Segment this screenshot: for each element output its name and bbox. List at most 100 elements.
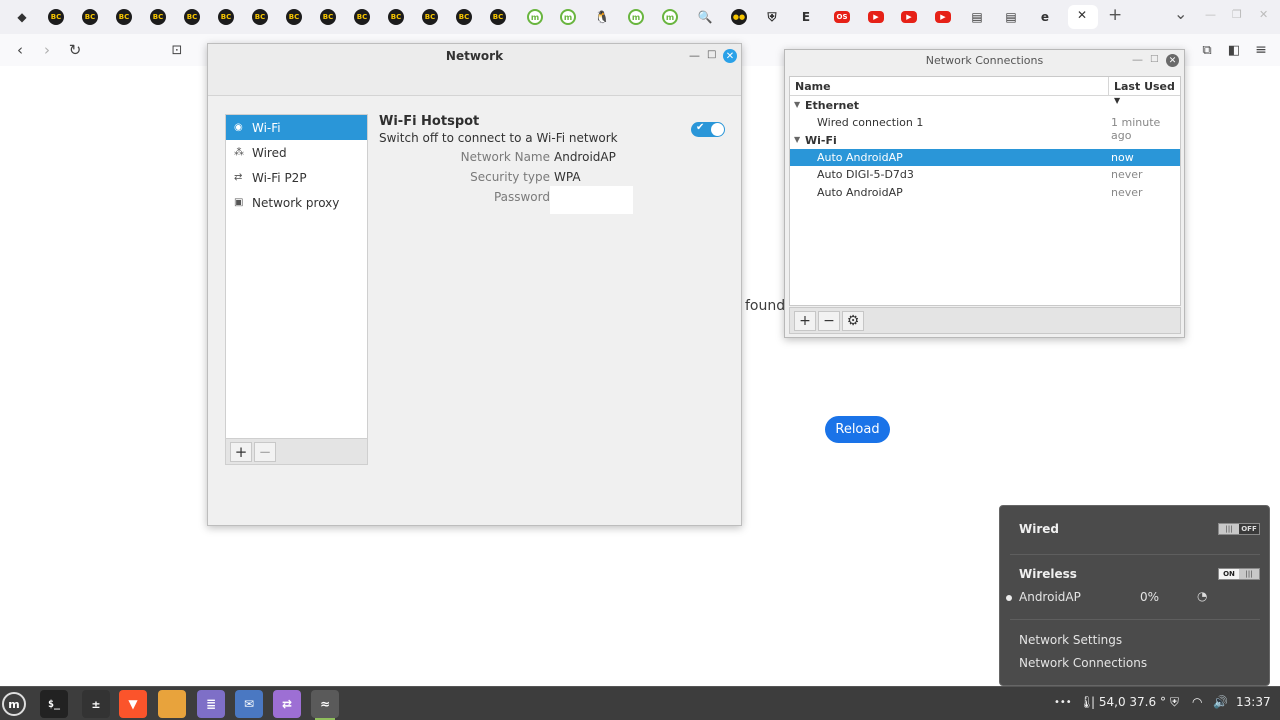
network-settings-item[interactable]: Network Settings xyxy=(1019,633,1122,647)
browser-tab[interactable]: m xyxy=(623,5,649,29)
extensions-icon[interactable]: ⧉ xyxy=(1196,40,1218,60)
add-connection-button[interactable]: + xyxy=(794,310,816,331)
connection-row[interactable]: Auto DIGI-5-D7d3 never xyxy=(790,166,1180,183)
browser-tab[interactable]: 🔍 xyxy=(692,5,718,29)
mail-icon[interactable]: ✉ xyxy=(235,690,263,718)
temperature-value: 54,0 xyxy=(1098,695,1126,709)
network-connections-item[interactable]: Network Connections xyxy=(1019,656,1147,670)
browser-tab[interactable]: BC xyxy=(111,5,137,29)
bitcoin-icon: BC xyxy=(184,9,200,25)
sidebar-item-wi-fi-p2p[interactable]: ⇄ Wi-Fi P2P xyxy=(226,165,367,190)
connection-row[interactable]: Auto AndroidAP now xyxy=(790,148,1180,166)
browser-tab[interactable]: BC xyxy=(213,5,239,29)
sidebar-icon[interactable]: ◧ xyxy=(1223,40,1245,60)
browser-tab[interactable]: E xyxy=(793,5,819,29)
reload-button[interactable]: Reload xyxy=(825,416,890,443)
browser-tab[interactable]: 🐧 xyxy=(589,5,615,29)
browser-tab[interactable]: BC xyxy=(315,5,341,29)
password-field[interactable] xyxy=(550,186,633,214)
sidebar-item-wi-fi[interactable]: ◉ Wi-Fi xyxy=(226,115,367,140)
transfer-icon[interactable]: ⇄ xyxy=(273,690,301,718)
terminal-icon[interactable]: $_ xyxy=(40,690,68,718)
browser-tab[interactable]: BC xyxy=(451,5,477,29)
text-editor-icon[interactable]: ≣ xyxy=(197,690,225,718)
connection-name: Wired connection 1 xyxy=(817,116,924,130)
clock[interactable]: 13:37 xyxy=(1236,695,1271,709)
vault-icon: ◆ xyxy=(17,10,27,24)
browser-tab[interactable]: ◆ xyxy=(9,5,35,29)
close-icon[interactable]: ✕ xyxy=(723,49,737,63)
browser-tab[interactable]: ▶ xyxy=(896,5,922,29)
network-manager-icon[interactable]: ≈ xyxy=(311,690,339,720)
browser-tab[interactable]: BC xyxy=(349,5,375,29)
add-connection-button[interactable]: + xyxy=(230,441,252,462)
browser-tab[interactable]: ▶ xyxy=(930,5,956,29)
browser-tab[interactable]: BC xyxy=(43,5,69,29)
browser-tab[interactable]: BC xyxy=(179,5,205,29)
reload-icon[interactable]: ↻ xyxy=(64,40,86,60)
hotspot-toggle[interactable]: ✔ xyxy=(691,122,725,137)
menu-icon[interactable]: m xyxy=(2,692,26,716)
browser-tab[interactable]: BC xyxy=(247,5,273,29)
browser-tab[interactable]: BC xyxy=(281,5,307,29)
browser-tab[interactable]: m xyxy=(522,5,548,29)
column-name-header[interactable]: Name xyxy=(795,80,831,93)
sidebar-item-wired[interactable]: ⁂ Wired xyxy=(226,140,367,165)
close-tab-icon[interactable]: ✕ xyxy=(1077,8,1087,22)
expand-arrow-icon[interactable]: ▼ xyxy=(794,100,800,109)
browser-tab[interactable]: e xyxy=(1032,5,1058,29)
browser-tab[interactable]: BC xyxy=(383,5,409,29)
connection-group[interactable]: ▼ Wi-Fi xyxy=(790,132,1180,149)
column-last-used-header[interactable]: Last Used ▼ xyxy=(1108,77,1182,105)
bookmark-icon[interactable]: ⊡ xyxy=(166,40,188,60)
close-icon[interactable]: ✕ xyxy=(1166,54,1179,67)
tray-overflow-dots[interactable]: ••• xyxy=(1054,697,1072,708)
connection-row[interactable]: Wired connection 11 minute ago xyxy=(790,114,1180,142)
minimize-icon[interactable]: — xyxy=(1132,53,1143,66)
window-minimize-icon[interactable]: — xyxy=(1205,8,1216,21)
remove-connection-button[interactable]: − xyxy=(254,441,276,462)
connection-name: Auto AndroidAP xyxy=(817,150,903,164)
wifi-icon[interactable]: ◠ xyxy=(1192,695,1202,709)
browser-tab[interactable]: ●● xyxy=(726,5,752,29)
expand-arrow-icon[interactable]: ▼ xyxy=(794,135,800,144)
forward-icon[interactable]: › xyxy=(36,40,58,60)
connection-group[interactable]: ▼ Ethernet xyxy=(790,97,1180,114)
back-icon[interactable]: ‹ xyxy=(9,40,31,60)
browser-tab[interactable]: m xyxy=(555,5,581,29)
brave-icon[interactable]: ▼ xyxy=(119,690,147,718)
calculator-icon[interactable]: ± xyxy=(82,690,110,718)
browser-tab[interactable]: BC xyxy=(77,5,103,29)
minimize-icon[interactable]: — xyxy=(689,49,700,62)
browser-tab[interactable]: ▶ xyxy=(863,5,889,29)
browser-tab[interactable]: m xyxy=(657,5,683,29)
shield-icon[interactable]: ⛨ xyxy=(1170,695,1179,710)
window-close-icon[interactable]: ✕ xyxy=(1259,8,1268,21)
sidebar-item-network-proxy[interactable]: ▣ Network proxy xyxy=(226,190,367,215)
window-restore-icon[interactable]: ❐ xyxy=(1232,8,1242,21)
folder-icon[interactable] xyxy=(158,690,186,718)
browser-tab[interactable]: BC xyxy=(417,5,443,29)
wireless-switch[interactable]: ON ||| xyxy=(1218,568,1260,580)
wired-switch[interactable]: ||| OFF xyxy=(1218,523,1260,535)
maximize-icon[interactable]: □ xyxy=(1150,54,1159,64)
browser-tab[interactable]: BC xyxy=(145,5,171,29)
volume-icon[interactable]: 🔊 xyxy=(1213,695,1228,709)
tab-list-icon[interactable]: ⌄ xyxy=(1174,4,1187,23)
browser-tab[interactable]: ⛨ xyxy=(759,5,785,29)
browser-tab[interactable]: ▤ xyxy=(998,5,1024,29)
browser-tab[interactable]: BC xyxy=(485,5,511,29)
network-settings-window: Network — □ ✕ ◉ Wi-Fi ⁂ Wired ⇄ Wi-Fi P2P ▣ Net… xyxy=(207,43,742,526)
menu-icon[interactable]: ≡ xyxy=(1250,40,1272,60)
new-tab-icon[interactable]: + xyxy=(1108,5,1122,25)
maximize-icon[interactable]: □ xyxy=(707,49,716,60)
browser-tab[interactable]: OS xyxy=(829,5,855,29)
youtube-icon: ▶ xyxy=(868,11,884,23)
gear-icon[interactable]: ⚙ xyxy=(842,310,864,331)
wireless-network-name[interactable]: AndroidAP xyxy=(1019,590,1081,604)
remove-connection-button[interactable]: − xyxy=(818,310,840,331)
network-window-titlebar[interactable]: Network — □ ✕ xyxy=(208,44,741,96)
connection-row[interactable]: Auto AndroidAP never xyxy=(790,184,1180,201)
network-sidebar: ◉ Wi-Fi ⁂ Wired ⇄ Wi-Fi P2P ▣ Network proxy xyxy=(225,114,368,465)
browser-tab[interactable]: ▤ xyxy=(964,5,990,29)
